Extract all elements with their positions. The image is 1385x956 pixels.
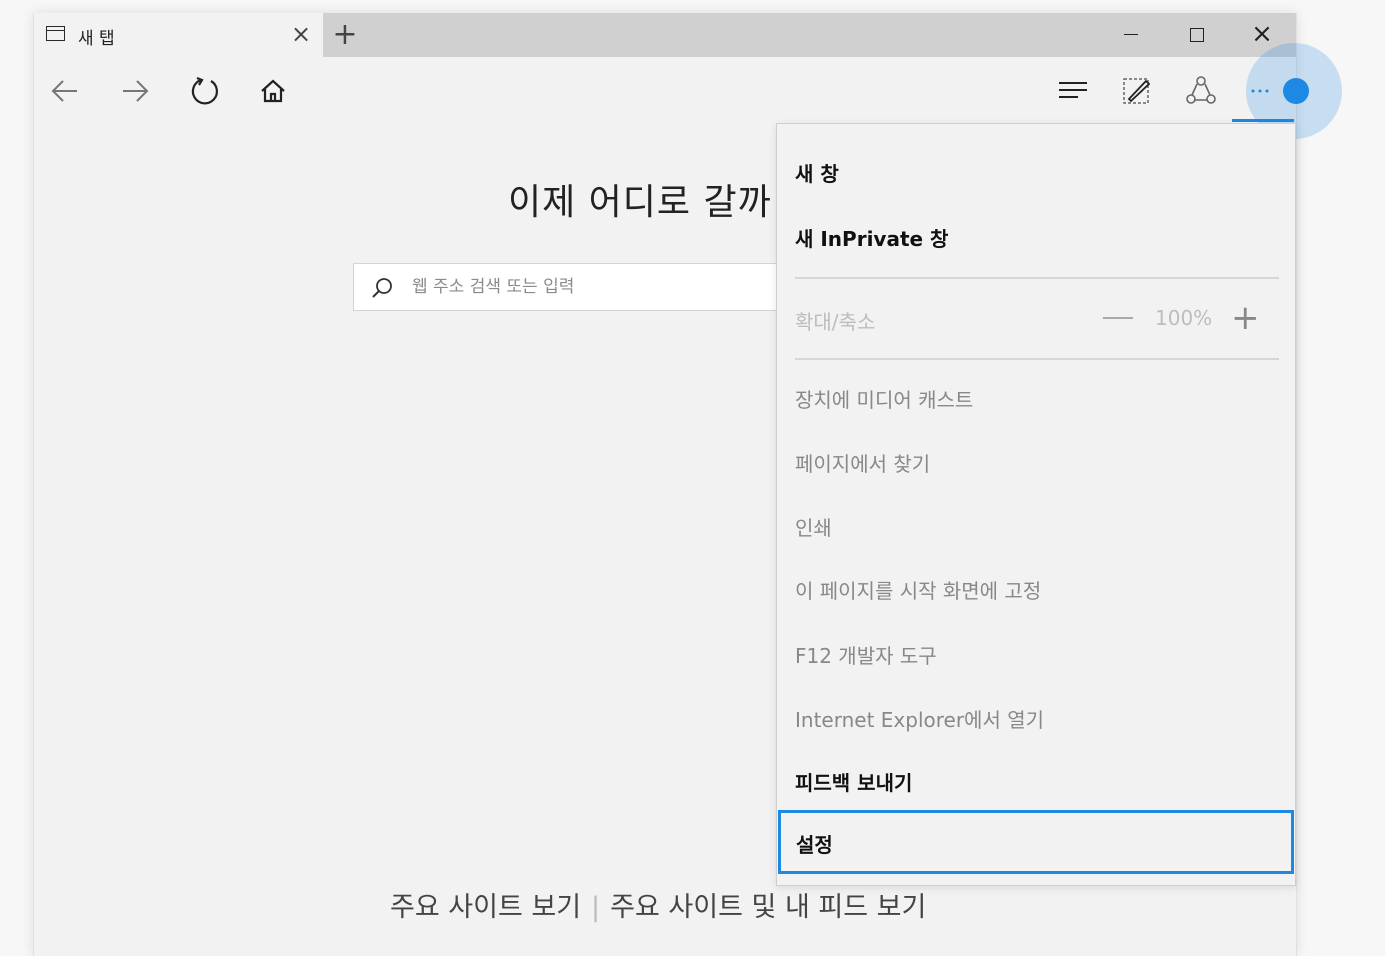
more-actions-menu: 새 창 새 InPrivate 창 확대/축소 100% + 장치에 미디어 캐… xyxy=(776,123,1296,886)
footer-links: 주요 사이트 보기 | 주요 사이트 및 내 피드 보기 xyxy=(390,885,926,924)
menu-item-pin-to-start[interactable]: 이 페이지를 시작 화면에 고정 xyxy=(795,575,1041,604)
menu-item-open-with-ie[interactable]: Internet Explorer에서 열기 xyxy=(795,704,1044,733)
home-icon[interactable] xyxy=(253,71,293,111)
menu-item-send-feedback[interactable]: 피드백 보내기 xyxy=(795,767,912,796)
zoom-label: 확대/축소 xyxy=(795,310,876,334)
browser-window: 새 탭 × + × 이제 어디로 갈까 주 xyxy=(33,13,1342,956)
minimize-button[interactable] xyxy=(1110,19,1150,49)
menu-item-cast-media[interactable]: 장치에 미디어 캐스트 xyxy=(795,384,973,413)
tab-bar: 새 탭 × + × xyxy=(34,13,1296,57)
tab-title: 새 탭 xyxy=(78,29,115,49)
share-icon[interactable] xyxy=(1181,71,1221,111)
back-icon[interactable] xyxy=(45,71,85,111)
zoom-in-button[interactable]: + xyxy=(1231,301,1260,335)
menu-item-dev-tools[interactable]: F12 개발자 도구 xyxy=(795,640,937,669)
menu-item-new-inprivate-window[interactable]: 새 InPrivate 창 xyxy=(795,223,948,252)
more-active-underline xyxy=(1232,119,1294,122)
menu-item-find-on-page[interactable]: 페이지에서 찾기 xyxy=(795,448,930,477)
more-icon[interactable] xyxy=(1245,71,1285,111)
link-separator: | xyxy=(591,892,601,923)
web-note-icon[interactable] xyxy=(1116,71,1156,111)
click-indicator-dot xyxy=(1283,78,1309,104)
search-box[interactable] xyxy=(353,263,783,311)
top-sites-feed-link[interactable]: 주요 사이트 및 내 피드 보기 xyxy=(610,892,926,923)
search-input[interactable] xyxy=(412,264,772,310)
menu-item-new-window[interactable]: 새 창 xyxy=(795,158,839,187)
zoom-out-button[interactable] xyxy=(1103,317,1133,319)
close-tab-icon[interactable]: × xyxy=(289,22,313,46)
new-tab-button[interactable]: + xyxy=(330,20,360,50)
maximize-button[interactable] xyxy=(1176,19,1216,49)
tab-page-icon xyxy=(46,26,65,41)
menu-divider xyxy=(795,277,1279,279)
menu-divider xyxy=(795,358,1279,360)
refresh-icon[interactable] xyxy=(185,71,225,111)
search-icon xyxy=(372,278,392,298)
close-window-button[interactable]: × xyxy=(1242,19,1282,49)
settings-label: 설정 xyxy=(796,833,833,857)
active-tab[interactable]: 새 탭 × xyxy=(34,13,323,57)
page-title: 이제 어디로 갈까 xyxy=(508,182,772,223)
forward-icon[interactable] xyxy=(115,71,155,111)
hub-icon[interactable] xyxy=(1053,71,1093,111)
menu-item-settings[interactable]: 설정 xyxy=(778,810,1294,874)
top-sites-link[interactable]: 주요 사이트 보기 xyxy=(390,892,581,923)
zoom-value: 100% xyxy=(1155,306,1213,330)
menu-item-print[interactable]: 인쇄 xyxy=(795,512,832,541)
